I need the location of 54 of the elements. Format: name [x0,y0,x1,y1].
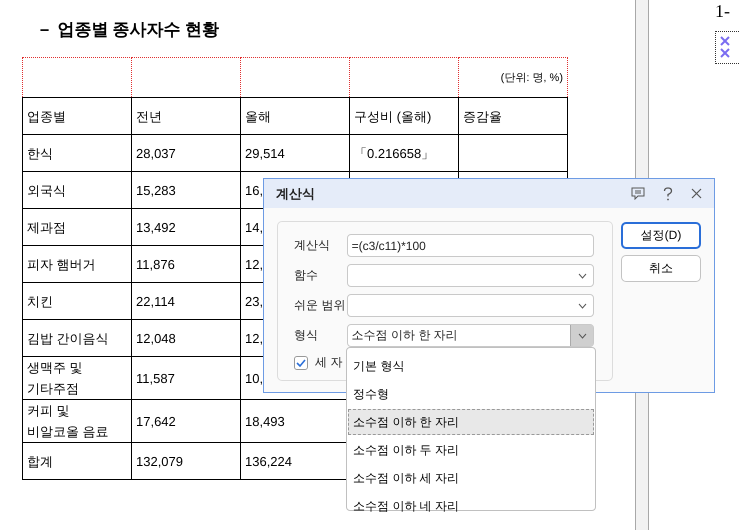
table-cell: 132,079 [132,442,240,480]
checkbox[interactable] [294,356,308,370]
dropdown-option[interactable]: 소수점 이하 네 자리 [348,493,594,519]
formula-input[interactable]: =(c3/c11)*100 [346,234,594,257]
dropdown-option[interactable]: 정수형 [348,381,594,407]
table-cell: 치킨 [22,282,132,320]
table-cell: 22,114 [132,282,240,320]
select-field[interactable] [346,264,594,287]
broken-image-icon [720,48,730,58]
table-cell: 15,283 [132,172,240,208]
dropdown-option[interactable]: 소수점 이하 두 자리 [348,437,594,463]
table-cell: 합계 [22,442,132,480]
column-header: 올해 [240,98,350,134]
field-label: 함수 [294,267,319,284]
table-cell: 29,514 [240,134,350,172]
unit-note: (단위: 명, %) [458,58,568,98]
table-cell: 17,642 [132,400,240,442]
table-cell: 생맥주 및 기타주점 [22,356,132,400]
checkbox-label: 세 자 [315,354,342,371]
table-cell: 한식 [22,134,132,172]
dropdown-option[interactable]: 소수점 이하 세 자리 [348,465,594,491]
field-label: 형식 [294,327,319,344]
column-header: 업종별 [22,98,132,134]
table-cell: 13,492 [132,208,240,246]
close-icon[interactable] [691,188,702,199]
table-cell: 외국식 [22,172,132,208]
table-cell: 11,587 [132,356,240,400]
table-cell: 「0.216658」 [350,134,458,172]
column-header: 전년 [132,98,240,134]
column-header: 구성비 (올해) [350,98,458,134]
chevron-down-icon [578,332,586,338]
confirm-button[interactable]: 설정(D) [621,222,701,249]
table-cell: 커피 및 비알코올 음료 [22,400,132,442]
table-cell: 11,876 [132,246,240,282]
table-cell: 28,037 [132,134,240,172]
table-cell: 제과점 [22,208,132,246]
column-header: 증감율 [458,98,568,134]
chevron-down-icon [578,302,586,308]
dialog-title: 계산식 [276,184,316,202]
broken-image-icon [720,36,730,46]
dropdown-option[interactable]: 소수점 이하 한 자리 [348,409,594,435]
page-heading: 1- [715,0,731,22]
field-label: 쉬운 범위 [294,297,346,314]
section-heading: － 업종별 종사자수 현황 [36,19,220,41]
help-icon[interactable] [663,186,673,200]
cancel-button[interactable]: 취소 [621,255,701,282]
select-field[interactable]: 소수점 이하 한 자리 [346,324,594,347]
select-field[interactable] [346,294,594,317]
table-cell: 피자 햄버거 [22,246,132,282]
table-cell: 12,048 [132,320,240,356]
comment-icon[interactable] [631,187,645,200]
table-cell: 김밥 간이음식 [22,320,132,356]
chevron-down-icon [578,272,586,278]
dropdown-option[interactable]: 기본 형식 [348,353,594,379]
